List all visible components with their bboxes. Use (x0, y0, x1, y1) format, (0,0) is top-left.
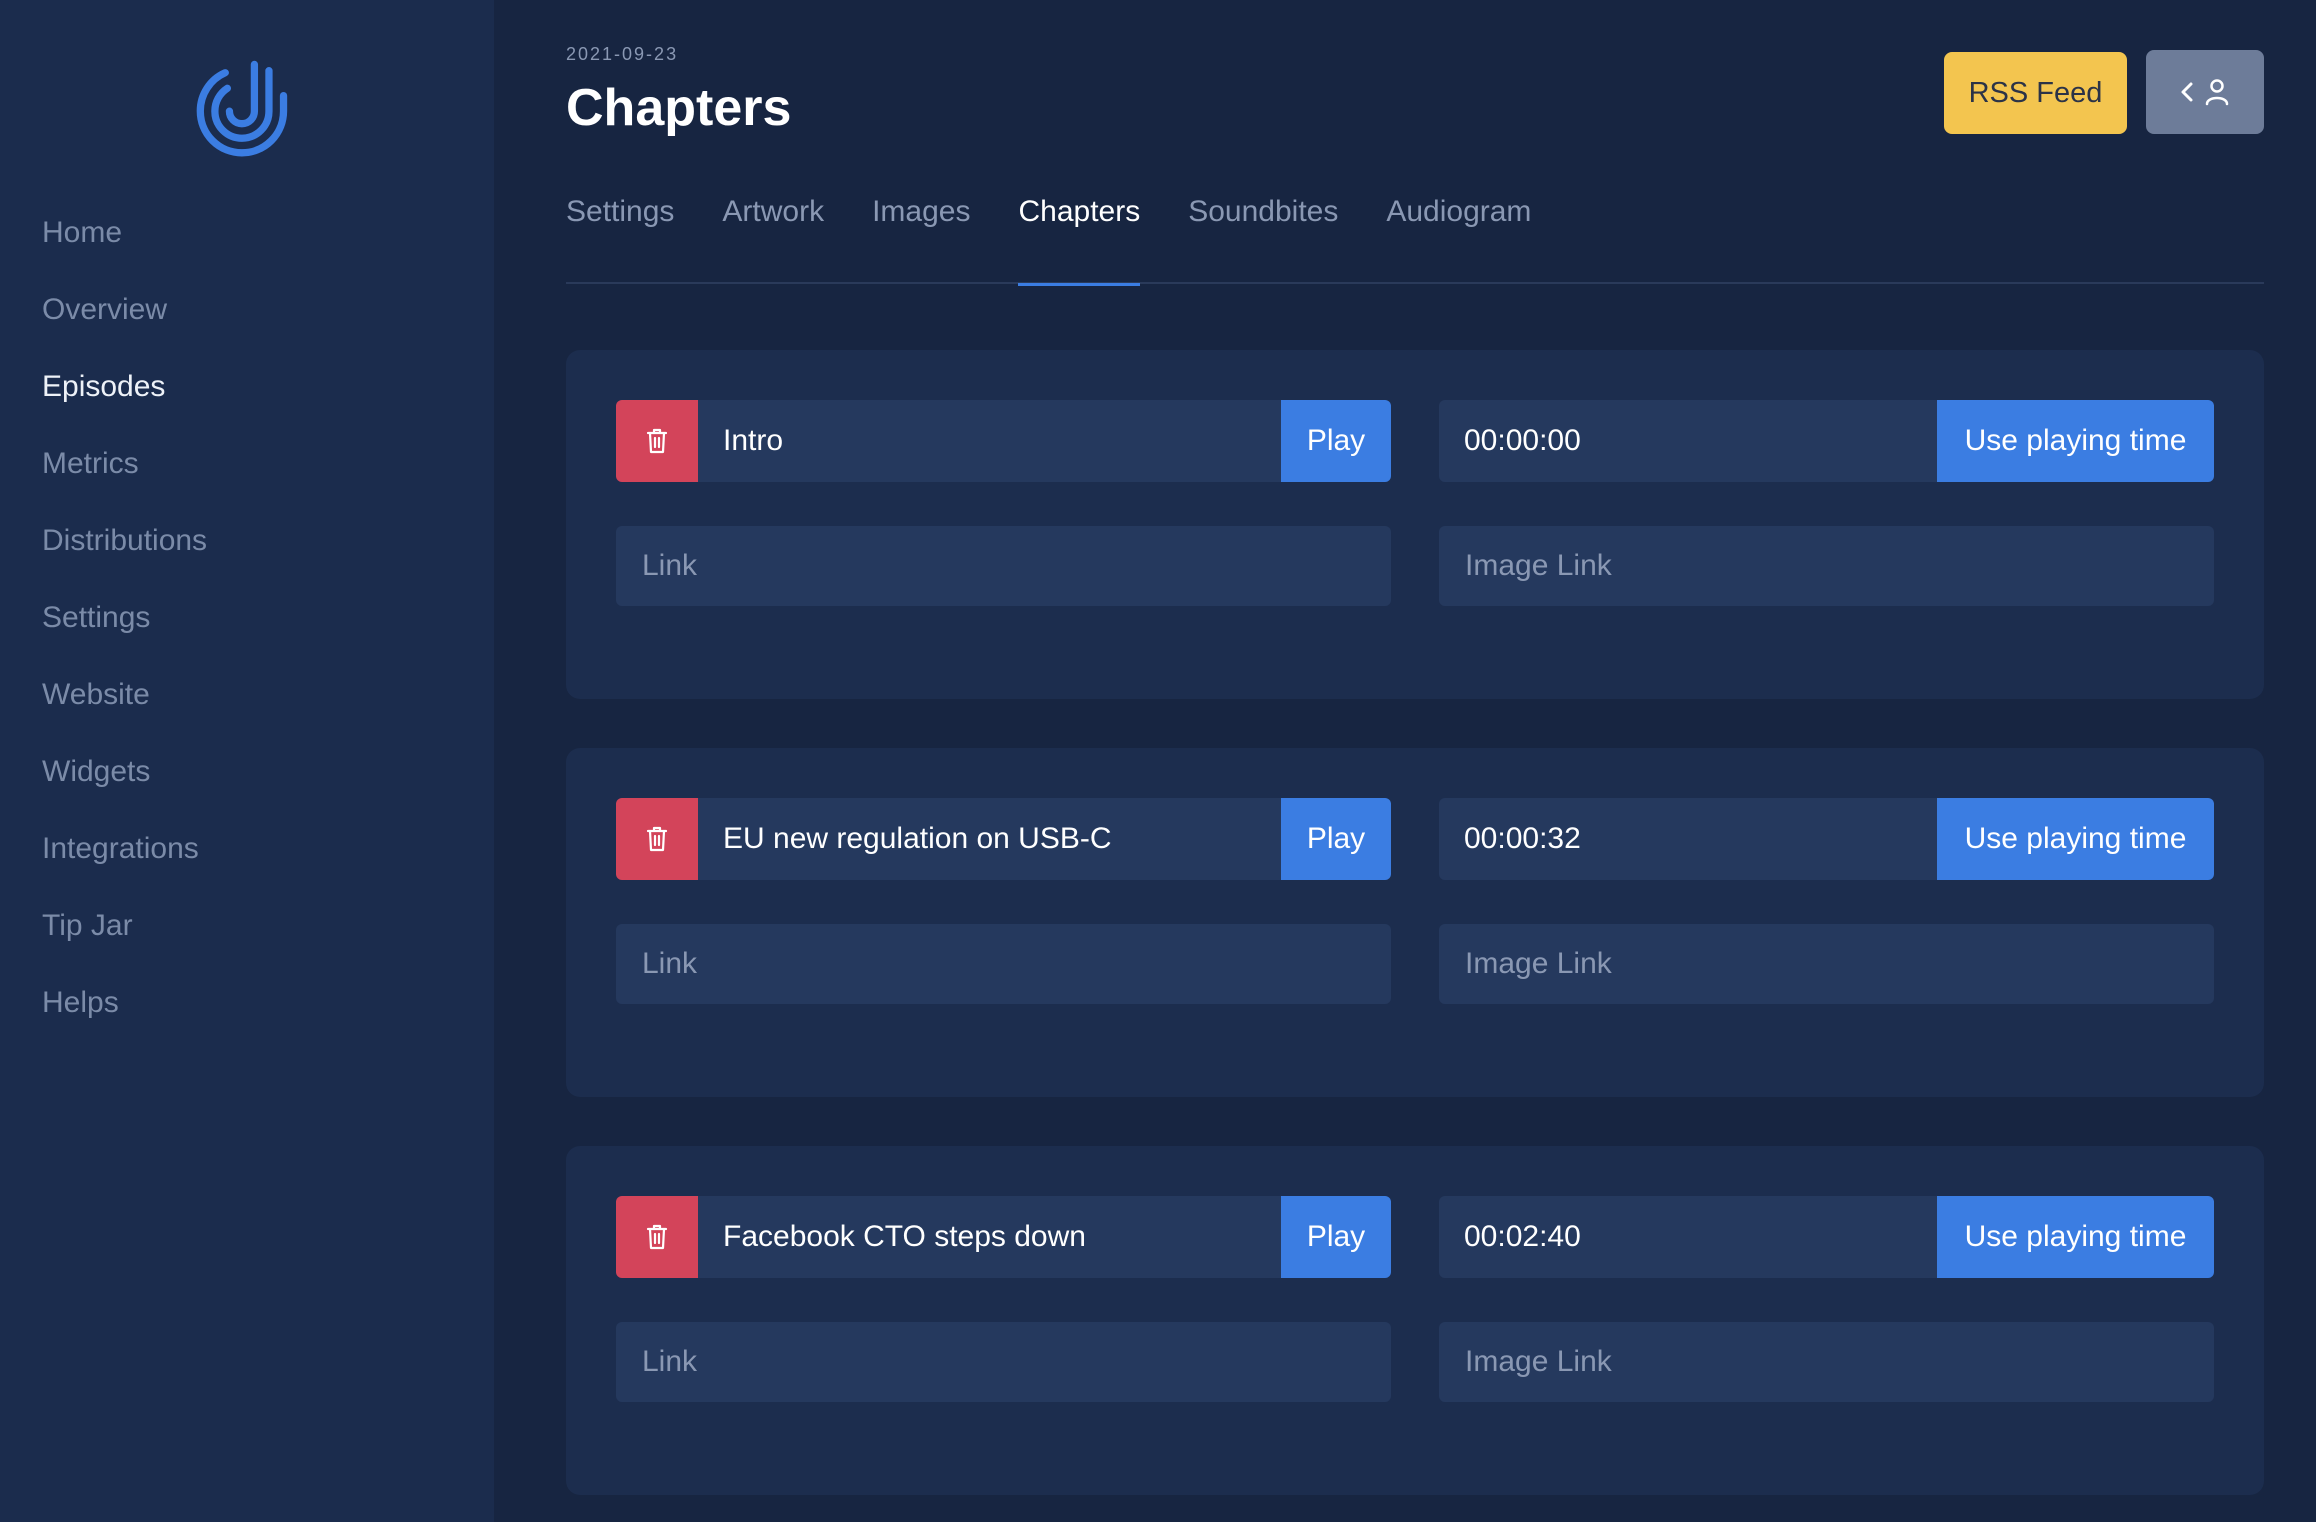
chapter-title-input[interactable]: Intro (698, 400, 1281, 482)
sidebar-item-overview[interactable]: Overview (42, 283, 207, 360)
sidebar: Home Overview Episodes Metrics Distribut… (0, 0, 494, 1522)
delete-chapter-button[interactable] (616, 798, 698, 880)
chapter-time-input[interactable]: 00:02:40 (1439, 1196, 1937, 1278)
episode-tabs: Settings Artwork Images Chapters Soundbi… (566, 176, 2264, 286)
use-playing-time-button[interactable]: Use playing time (1937, 1196, 2214, 1278)
play-button[interactable]: Play (1281, 1196, 1391, 1278)
chapter-image-link-input[interactable]: Image Link (1439, 526, 2214, 606)
rss-feed-button[interactable]: RSS Feed (1944, 52, 2127, 134)
jockey-logo-icon[interactable] (192, 54, 296, 158)
tab-artwork[interactable]: Artwork (722, 176, 824, 284)
chapter-main-row: EU new regulation on USB-C Play 00:00:32… (616, 798, 2214, 880)
sidebar-item-website[interactable]: Website (42, 668, 207, 745)
chapter-card: Intro Play 00:00:00 Use playing time Lin… (566, 350, 2264, 699)
chapter-image-link-input[interactable]: Image Link (1439, 1322, 2214, 1402)
sidebar-item-integrations[interactable]: Integrations (42, 822, 207, 899)
use-playing-time-button[interactable]: Use playing time (1937, 798, 2214, 880)
trash-icon (646, 826, 668, 852)
sidebar-item-episodes[interactable]: Episodes (42, 360, 207, 437)
sidebar-item-widgets[interactable]: Widgets (42, 745, 207, 822)
chapter-link-input[interactable]: Link (616, 526, 1391, 606)
sidebar-item-home[interactable]: Home (42, 206, 207, 283)
chapter-link-row: Link Image Link (616, 924, 2214, 1004)
chapter-time-input[interactable]: 00:00:00 (1439, 400, 1937, 482)
trash-icon (646, 428, 668, 454)
chapter-title-input[interactable]: EU new regulation on USB-C (698, 798, 1281, 880)
chapter-link-row: Link Image Link (616, 526, 2214, 606)
chapter-link-row: Link Image Link (616, 1322, 2214, 1402)
trash-icon (646, 1224, 668, 1250)
chapter-title-input[interactable]: Facebook CTO steps down (698, 1196, 1281, 1278)
sidebar-item-helps[interactable]: Helps (42, 976, 207, 1053)
chapter-link-input[interactable]: Link (616, 1322, 1391, 1402)
chapter-list: Intro Play 00:00:00 Use playing time Lin… (566, 350, 2264, 1522)
sidebar-nav: Home Overview Episodes Metrics Distribut… (42, 206, 207, 1053)
page-title: Chapters (566, 79, 792, 137)
profile-button[interactable] (2146, 50, 2264, 134)
main-content: 2021-09-23 Chapters RSS Feed Settings Ar… (494, 0, 2316, 1522)
sidebar-item-settings[interactable]: Settings (42, 591, 207, 668)
chapter-main-row: Intro Play 00:00:00 Use playing time (616, 400, 2214, 482)
play-button[interactable]: Play (1281, 400, 1391, 482)
delete-chapter-button[interactable] (616, 400, 698, 482)
sidebar-item-tip-jar[interactable]: Tip Jar (42, 899, 207, 976)
app: Home Overview Episodes Metrics Distribut… (0, 0, 2316, 1522)
tab-chapters[interactable]: Chapters (1018, 176, 1140, 286)
sidebar-item-distributions[interactable]: Distributions (42, 514, 207, 591)
tab-images[interactable]: Images (872, 176, 970, 284)
chapter-image-link-input[interactable]: Image Link (1439, 924, 2214, 1004)
chapter-card: Facebook CTO steps down Play 00:02:40 Us… (566, 1146, 2264, 1495)
delete-chapter-button[interactable] (616, 1196, 698, 1278)
play-button[interactable]: Play (1281, 798, 1391, 880)
tab-settings[interactable]: Settings (566, 176, 674, 284)
chapter-main-row: Facebook CTO steps down Play 00:02:40 Us… (616, 1196, 2214, 1278)
sidebar-item-metrics[interactable]: Metrics (42, 437, 207, 514)
chapter-time-input[interactable]: 00:00:32 (1439, 798, 1937, 880)
chevron-left-icon (2181, 82, 2193, 102)
user-icon (2205, 79, 2229, 106)
tab-soundbites[interactable]: Soundbites (1188, 176, 1338, 284)
chapter-card: EU new regulation on USB-C Play 00:00:32… (566, 748, 2264, 1097)
chapter-link-input[interactable]: Link (616, 924, 1391, 1004)
episode-date: 2021-09-23 (566, 44, 679, 64)
tab-audiogram[interactable]: Audiogram (1386, 176, 1531, 284)
use-playing-time-button[interactable]: Use playing time (1937, 400, 2214, 482)
